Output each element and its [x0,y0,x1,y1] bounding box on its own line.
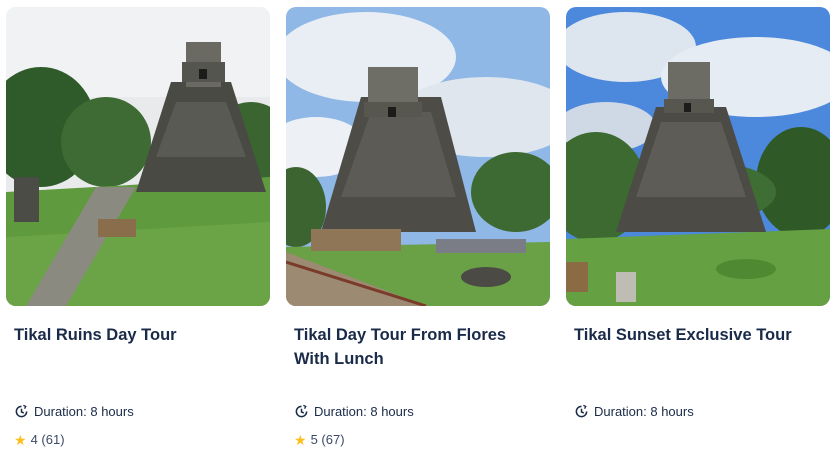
duration-text: Duration: 8 hours [594,404,694,419]
tour-title[interactable]: Tikal Sunset Exclusive Tour [574,323,824,347]
tour-duration: Duration: 8 hours [574,404,694,419]
tour-rating: ★ 5 (67) [294,432,345,447]
tour-card[interactable]: Tikal Day Tour From Flores With Lunch Du… [286,7,550,463]
duration-text: Duration: 8 hours [314,404,414,419]
duration-text: Duration: 8 hours [34,404,134,419]
tour-photo[interactable] [6,7,270,306]
tour-title[interactable]: Tikal Day Tour From Flores With Lunch [294,323,544,371]
tour-rating: ★ 4 (61) [14,432,65,447]
tour-card[interactable]: Tikal Ruins Day Tour Duration: 8 hours ★… [6,7,270,463]
rating-text: 4 (61) [30,432,65,447]
star-icon: ★ [14,431,27,448]
tour-photo[interactable] [286,7,550,306]
clock-icon [575,404,588,418]
tour-photo[interactable] [566,7,830,306]
tour-card[interactable]: Tikal Sunset Exclusive Tour Duration: 8 … [566,7,830,463]
tour-card-grid: Tikal Ruins Day Tour Duration: 8 hours ★… [0,0,838,463]
tour-duration: Duration: 8 hours [14,404,134,419]
rating-text: 5 (67) [310,432,345,447]
clock-icon [15,404,28,418]
tour-title[interactable]: Tikal Ruins Day Tour [14,323,264,347]
tour-duration: Duration: 8 hours [294,404,414,419]
clock-icon [295,404,308,418]
star-icon: ★ [294,431,307,448]
